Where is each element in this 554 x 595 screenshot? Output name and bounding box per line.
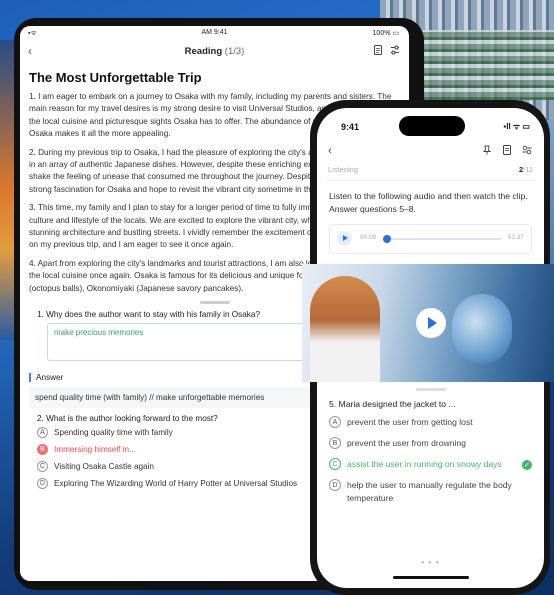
question-5: 5. Maria designed the jacket to ... — [329, 399, 456, 409]
settings-sliders-icon[interactable] — [390, 45, 400, 55]
document-icon[interactable] — [502, 145, 512, 155]
back-chevron-icon[interactable]: ‹ — [328, 143, 332, 157]
option-text: prevent the user from drowning — [347, 438, 466, 448]
option-letter: C — [37, 461, 48, 473]
home-indicator — [393, 576, 469, 579]
audio-player: 00:00 01:37 — [329, 224, 532, 254]
option-letter: A — [329, 416, 341, 428]
panel-drag-handle[interactable] — [199, 301, 230, 305]
phone-nav-bar: ‹ — [317, 142, 544, 162]
option-letter: B — [37, 444, 48, 456]
document-icon[interactable] — [373, 45, 383, 55]
panel-drag-handle[interactable] — [415, 388, 446, 391]
tablet-nav-bar: ‹ Reading (1/3) — [20, 40, 409, 64]
audio-progress-knob[interactable] — [383, 235, 391, 243]
option-text: assist the user in running on snowy days — [347, 459, 502, 469]
video-thumbnail-person — [310, 276, 380, 382]
page-total: /11 — [523, 165, 533, 174]
option-a[interactable]: Aprevent the user from getting lost — [329, 416, 532, 429]
option-d[interactable]: Dhelp the user to manually regulate the … — [329, 479, 532, 505]
status-time: 9:41 — [341, 122, 360, 132]
battery-icon: 100% ▭ — [372, 30, 399, 37]
question-panel: 5. Maria designed the jacket to ... Apre… — [317, 388, 544, 513]
status-time: AM 9:41 — [201, 29, 228, 36]
video-play-button[interactable] — [416, 308, 446, 338]
audio-elapsed-time: 00:00 — [360, 234, 377, 241]
option-text: Spending quality time with family — [54, 428, 173, 438]
video-thumbnail-lab-equipment — [452, 294, 512, 364]
option-letter: B — [329, 437, 341, 449]
check-icon: ✓ — [522, 460, 532, 470]
section-label: Listening — [328, 165, 359, 174]
listening-instructions: Listen to the following audio and then w… — [329, 191, 528, 214]
audio-duration: 01:37 — [507, 234, 524, 241]
page-indicator-dots: ● ● ● — [420, 560, 441, 566]
option-text: Immersing himself in... — [54, 445, 136, 455]
status-icons: ▪︎ll ᯤ ▭ — [503, 122, 530, 131]
page-title-text: Reading — [184, 46, 223, 57]
video-clip[interactable] — [302, 264, 554, 382]
option-letter: C — [329, 458, 341, 470]
option-c-correct[interactable]: Cassist the user in running on snowy day… — [329, 458, 532, 471]
pin-icon[interactable] — [482, 145, 492, 155]
option-text: Exploring The Wizarding World of Harry P… — [54, 479, 298, 489]
page-counter: 2/11 — [519, 165, 533, 174]
option-b[interactable]: Bprevent the user from drowning — [329, 437, 532, 450]
option-letter: D — [37, 478, 48, 490]
option-text: help the user to manually regulate the b… — [347, 480, 512, 503]
audio-play-button[interactable] — [337, 231, 352, 246]
article-title: The Most Unforgettable Trip — [29, 70, 202, 85]
dynamic-island — [399, 116, 465, 136]
phone-status-bar: 9:41 ▪︎ll ᯤ ▭ — [317, 108, 544, 142]
page-title: Reading (1/3) — [20, 46, 409, 57]
section-header: Listening 2/11 — [325, 162, 536, 181]
page-counter: (1/3) — [224, 46, 245, 57]
settings-sliders-icon[interactable] — [522, 145, 532, 155]
option-letter: A — [37, 427, 48, 439]
option-text: Visiting Osaka Castle again — [54, 462, 154, 472]
option-text: prevent the user from getting lost — [347, 417, 473, 427]
option-letter: D — [329, 479, 341, 491]
tablet-status-bar: ▪︎ᯤ AM 9:41 100% ▭ — [20, 26, 409, 40]
audio-progress-track[interactable] — [384, 238, 501, 240]
